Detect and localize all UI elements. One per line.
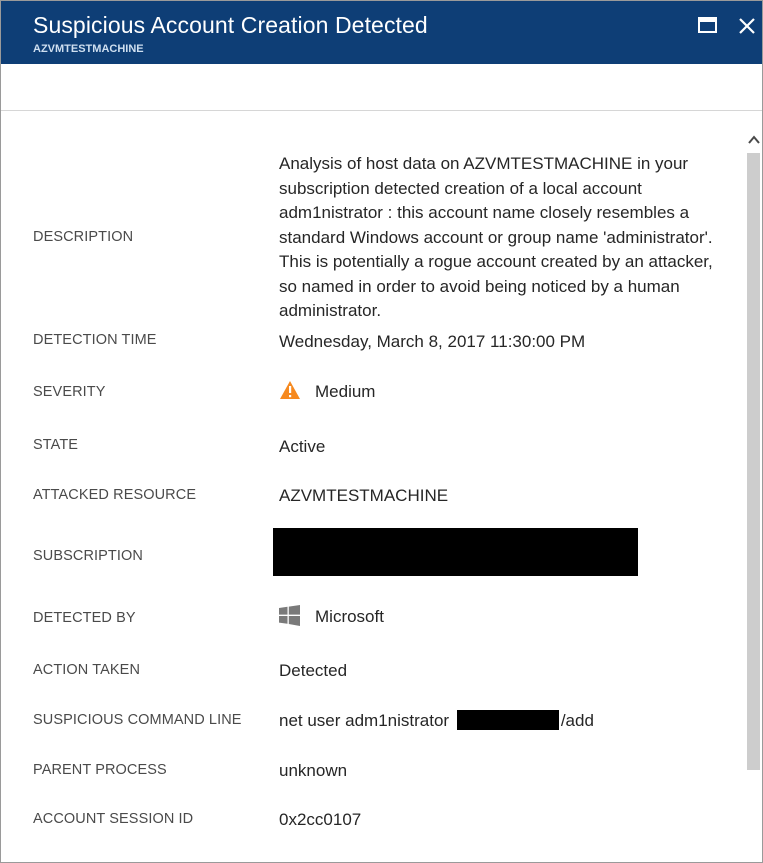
session-id-value: 0x2cc0107 [279,810,362,829]
parent-process-label: PARENT PROCESS [33,762,167,778]
description-label: DESCRIPTION [33,229,134,245]
action-taken-label: ACTION TAKEN [33,662,141,678]
close-icon [739,18,755,34]
blade-subtitle: AZVMTESTMACHINE [33,43,144,55]
command-line-suffix: /add [560,711,594,730]
windows-logo-icon [279,605,300,626]
subscription-redaction [273,528,638,576]
state-value: Active [279,437,326,456]
command-line-redaction [456,710,559,730]
subscription-label: SUBSCRIPTION [33,548,143,564]
warning-triangle-icon [280,381,300,399]
attacked-resource-label: ATTACKED RESOURCE [33,487,197,503]
action-taken-value: Detected [279,661,348,680]
command-line-value: net user adm1nistrator /add [279,709,739,734]
attacked-resource-value: AZVMTESTMACHINE [279,486,449,505]
severity-value: Medium [315,382,376,401]
blade-title: Suspicious Account Creation Detected [33,12,428,38]
blade-toolbar [1,64,762,111]
detection-time-value: Wednesday, March 8, 2017 11:30:00 PM [279,332,586,351]
maximize-button[interactable] [697,16,719,36]
severity-label: SEVERITY [33,384,106,400]
detected-by-value: Microsoft [315,607,384,626]
maximize-icon [698,17,717,33]
alert-details: DESCRIPTION Analysis of host data on AZV… [1,111,745,862]
detection-time-label: DETECTION TIME [33,332,157,348]
state-label: STATE [33,437,79,453]
scrollbar-thumb[interactable] [747,153,760,770]
alert-blade: Suspicious Account Creation Detected AZV… [0,0,763,863]
detected-by-label: DETECTED BY [33,610,136,626]
command-line-prefix: net user adm1nistrator [279,711,450,730]
close-button[interactable] [736,15,758,37]
blade-header: Suspicious Account Creation Detected AZV… [1,1,762,64]
session-id-label: ACCOUNT SESSION ID [33,811,194,827]
parent-process-value: unknown [279,761,348,780]
description-value: Analysis of host data on AZVMTESTMACHINE… [279,154,713,320]
chevron-up-icon[interactable] [747,133,761,147]
command-line-label: SUSPICIOUS COMMAND LINE [33,712,242,728]
vertical-scrollbar[interactable] [745,111,762,862]
